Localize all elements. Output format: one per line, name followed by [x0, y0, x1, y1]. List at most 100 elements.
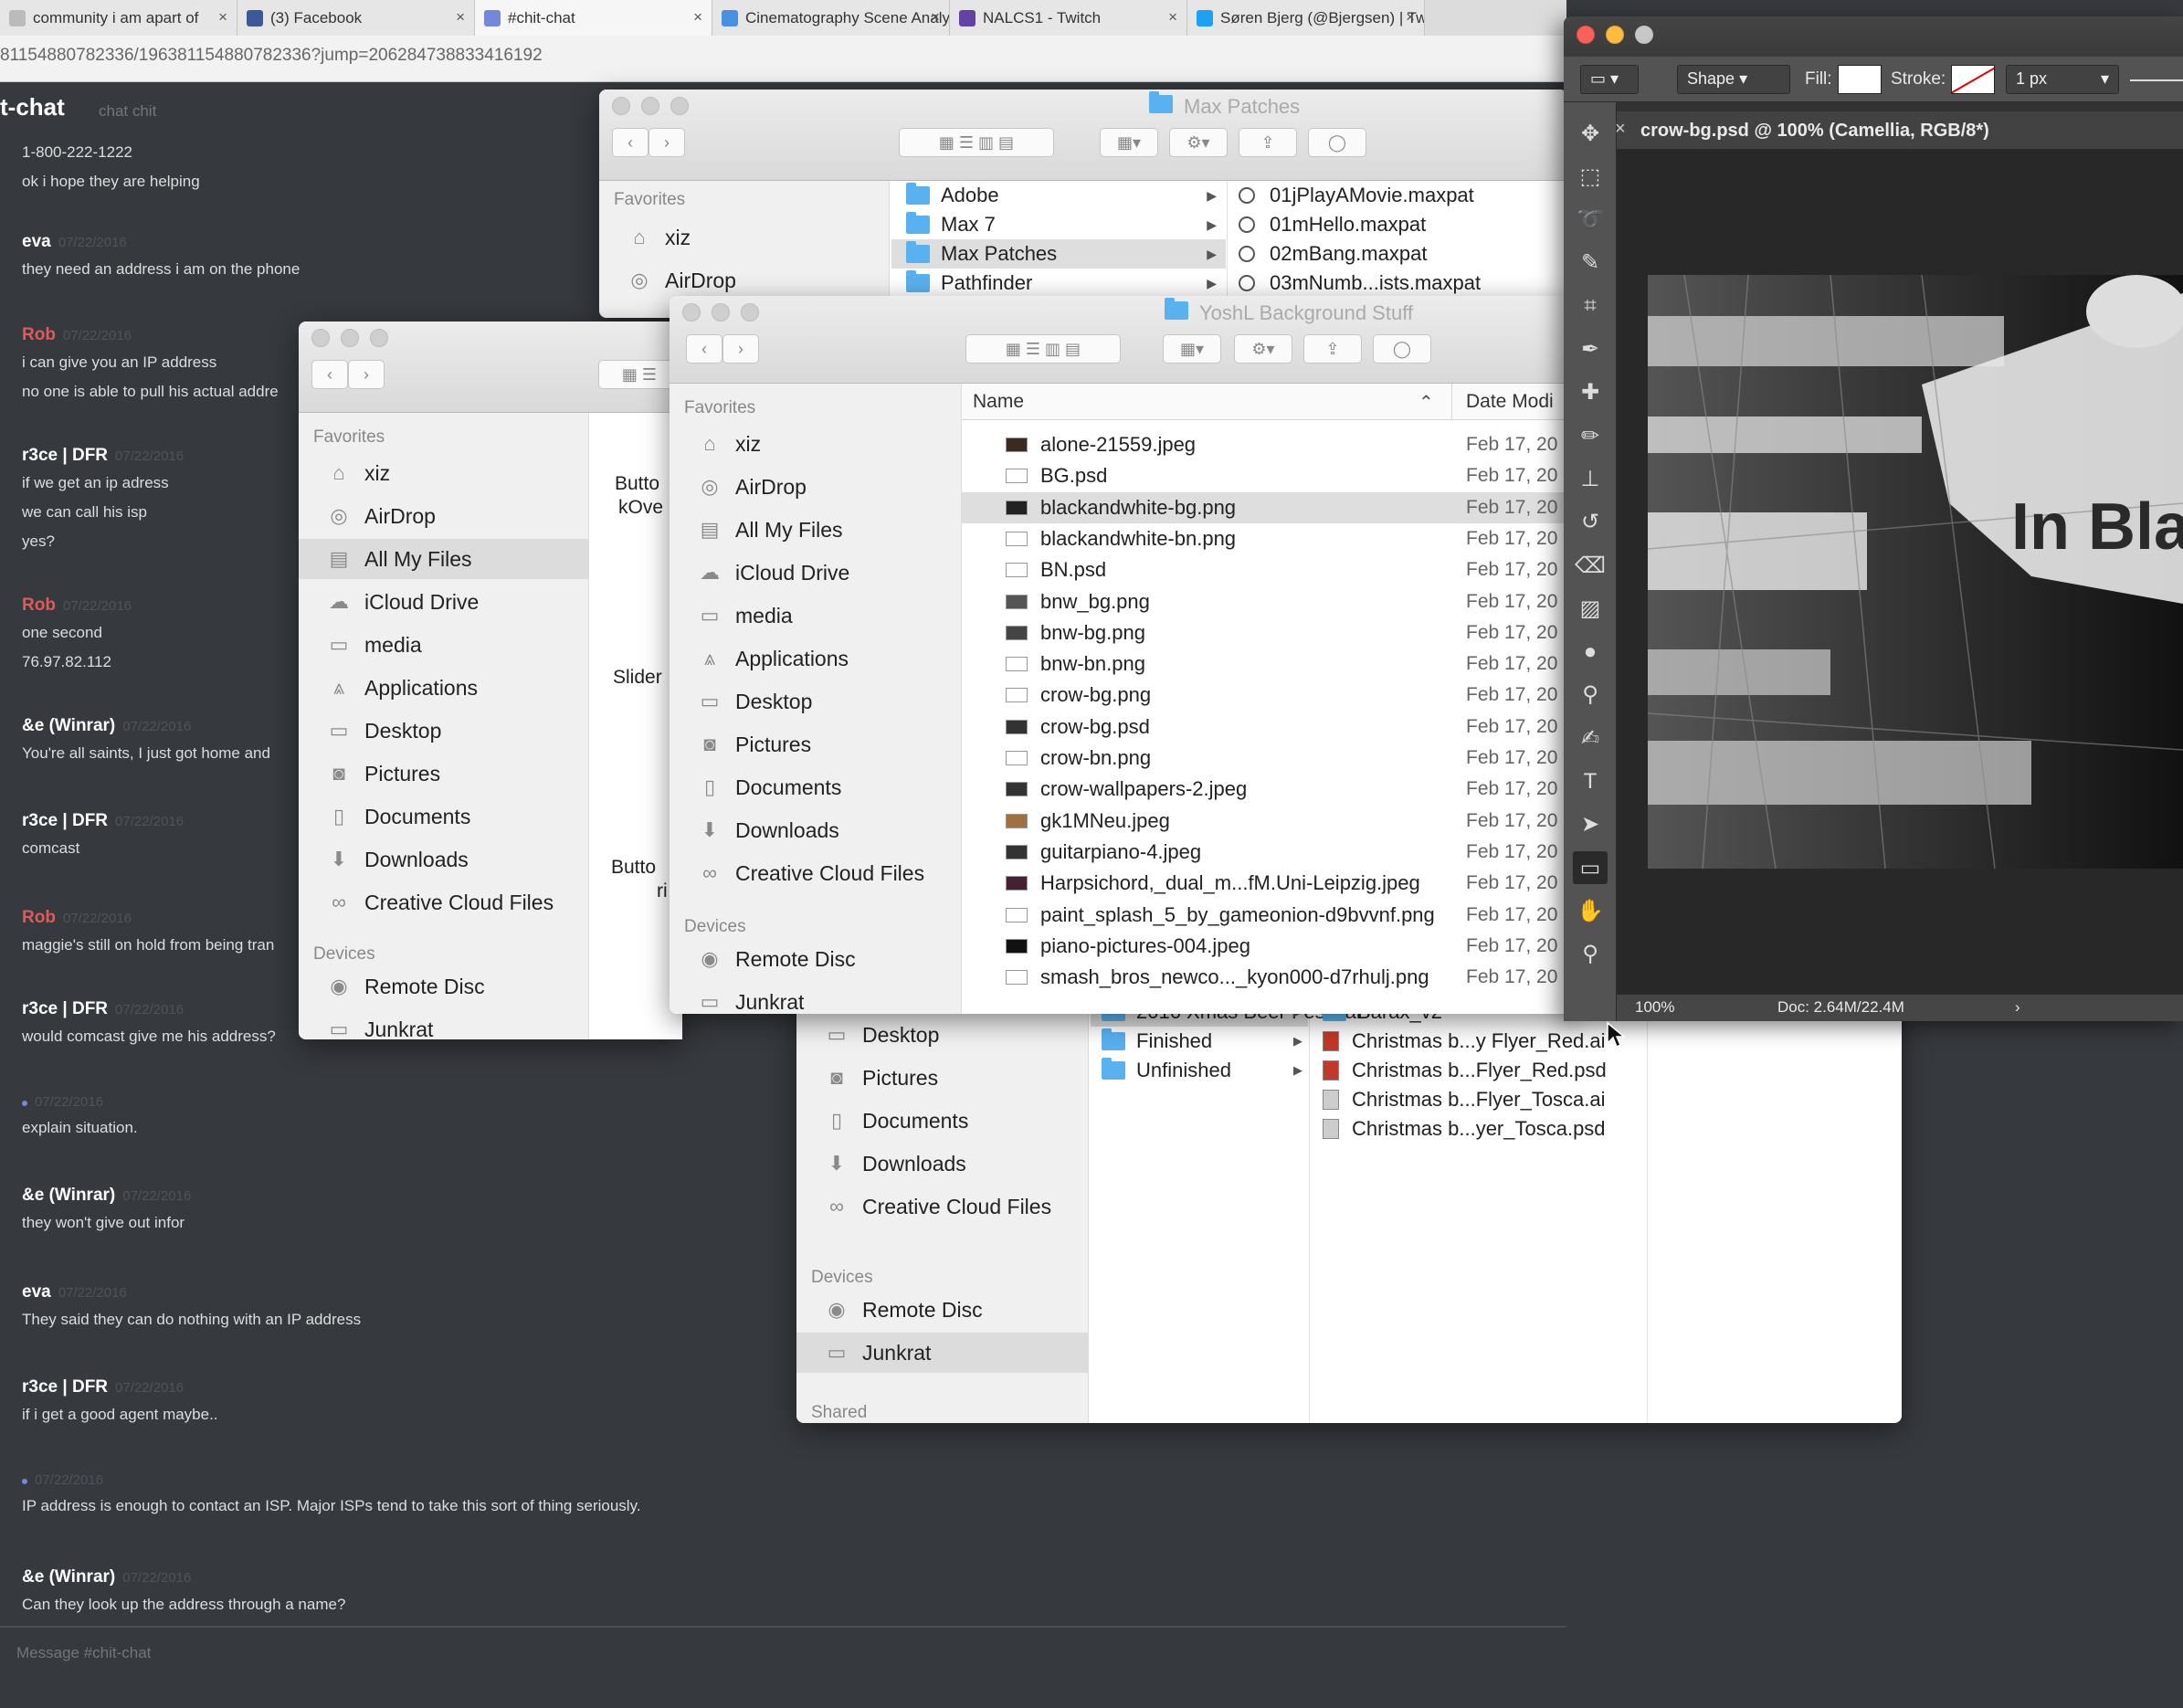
message-author[interactable]: &e (Winrar): [22, 1567, 115, 1587]
sidebar-item-junkrat[interactable]: ▭ Junkrat: [299, 1009, 588, 1040]
sidebar-item-pictures[interactable]: ◙ Pictures: [299, 754, 588, 794]
sidebar-item-remote-disc[interactable]: ◉ Remote Disc: [299, 966, 588, 1007]
message-author[interactable]: [22, 1479, 27, 1484]
sort-arrow-icon[interactable]: ⌃: [1418, 391, 1434, 414]
folder-row[interactable]: Pathfinder ▶: [891, 269, 1226, 298]
tab-page[interactable]: community i am apart of ×: [0, 0, 237, 36]
file-label[interactable]: Slider: [613, 667, 662, 689]
gear-icon[interactable]: ⚙▾: [1234, 334, 1292, 364]
file-row[interactable]: BN.psd Feb 17, 20: [962, 554, 1574, 585]
path-select-icon[interactable]: ➤: [1573, 808, 1608, 841]
sidebar-item-pictures[interactable]: ◙ Pictures: [796, 1058, 1088, 1098]
sidebar-item-desktop[interactable]: ▭ Desktop: [670, 681, 961, 722]
tag-icon[interactable]: ◯: [1373, 334, 1431, 364]
file-row[interactable]: paint_splash_5_by_gameonion-d9bvvnf.png F…: [962, 900, 1574, 931]
window-controls[interactable]: [1577, 26, 1653, 44]
gradient-tool-icon[interactable]: ▨: [1573, 592, 1608, 625]
sidebar-item-desktop[interactable]: ▭ Desktop: [299, 711, 588, 751]
arrange-button[interactable]: ▦▾: [1100, 128, 1158, 157]
tool-preset-picker[interactable]: ▭ ▾: [1580, 65, 1639, 94]
folder-row[interactable]: Unfinished ▶: [1091, 1056, 1308, 1085]
file-row[interactable]: blackandwhite-bg.png Feb 17, 20: [962, 491, 1574, 523]
sidebar-item-applications[interactable]: ⩓ Applications: [299, 668, 588, 708]
tag-icon[interactable]: ◯: [1308, 128, 1366, 157]
sidebar-item-pictures[interactable]: ◙ Pictures: [670, 724, 961, 764]
file-row[interactable]: crow-wallpapers-2.jpeg Feb 17, 20: [962, 774, 1574, 805]
quick-select-tool-icon[interactable]: ✎: [1573, 247, 1608, 279]
file-label[interactable]: Butto: [615, 473, 659, 495]
zoom-level[interactable]: 100%: [1635, 998, 1674, 1017]
hand-tool-icon[interactable]: ✋: [1573, 894, 1608, 927]
address-bar[interactable]: 81154880782336/196381154880782336?jump=2…: [0, 42, 1566, 73]
message-author[interactable]: &e (Winrar): [22, 1186, 115, 1205]
file-row[interactable]: 01mHello.maxpat: [1239, 210, 1426, 239]
file-row[interactable]: Christmas b...y Flyer_Red.ai: [1312, 1027, 1646, 1056]
file-label[interactable]: ri: [657, 880, 668, 902]
sidebar-item-applications[interactable]: ⩓ Applications: [670, 638, 961, 679]
message-author[interactable]: &e (Winrar): [22, 716, 115, 735]
message-author[interactable]: Rob: [22, 325, 56, 344]
close-icon[interactable]: ×: [1615, 119, 1626, 140]
name-column-header[interactable]: Name: [973, 391, 1024, 413]
shape-mode-select[interactable]: Shape ▾: [1677, 65, 1790, 94]
pen-tool-icon[interactable]: ✍: [1573, 722, 1608, 754]
message-author[interactable]: r3ce | DFR: [22, 999, 108, 1018]
message-author[interactable]: [22, 1101, 27, 1106]
sidebar-item-airdrop[interactable]: ◎ AirDrop: [599, 260, 889, 300]
view-mode-buttons[interactable]: ▦ ☰ ▥ ▤: [965, 334, 1121, 364]
back-button[interactable]: ‹: [686, 334, 722, 364]
file-row[interactable]: Christmas b...Flyer_Red.psd: [1312, 1056, 1646, 1085]
file-row[interactable]: BG.psd Feb 17, 20: [962, 460, 1574, 491]
sidebar-item-remote-disc[interactable]: ◉ Remote Disc: [670, 939, 961, 979]
message-author[interactable]: eva: [22, 232, 51, 251]
dodge-tool-icon[interactable]: ⚲: [1573, 679, 1608, 712]
view-mode-buttons[interactable]: ▦ ☰ ▥ ▤: [899, 128, 1054, 157]
sidebar-item-xiz[interactable]: ⌂ xiz: [299, 453, 588, 493]
file-row[interactable]: bnw-bn.png Feb 17, 20: [962, 648, 1574, 680]
tab-facebook[interactable]: (3) Facebook ×: [237, 0, 475, 36]
file-row[interactable]: 02mBang.maxpat: [1239, 239, 1427, 269]
lasso-tool-icon[interactable]: ➰: [1573, 204, 1608, 237]
zoom-tool-icon[interactable]: ⚲: [1573, 938, 1608, 971]
arrange-button[interactable]: ▦▾: [1163, 334, 1221, 364]
message-author[interactable]: Rob: [22, 908, 56, 927]
tab-twitter[interactable]: Søren Bjerg (@Bjergsen) | Twi ×: [1187, 0, 1425, 36]
sidebar-item-creative-cloud-files[interactable]: ∞ Creative Cloud Files: [796, 1186, 1088, 1227]
date-column-header[interactable]: Date Modi: [1466, 391, 1554, 413]
forward-button[interactable]: ›: [722, 334, 759, 364]
sidebar-item-downloads[interactable]: ⬇ Downloads: [796, 1144, 1088, 1184]
folder-row[interactable]: Adobe ▶: [891, 181, 1226, 210]
message-author[interactable]: r3ce | DFR: [22, 1377, 108, 1397]
sidebar-item-creative-cloud-files[interactable]: ∞ Creative Cloud Files: [299, 882, 588, 923]
chevron-right-icon[interactable]: ›: [2015, 998, 2020, 1017]
sidebar-item-downloads[interactable]: ⬇ Downloads: [670, 810, 961, 850]
close-icon[interactable]: ×: [693, 8, 702, 26]
file-row[interactable]: blackandwhite-bn.png Feb 17, 20: [962, 523, 1574, 554]
share-icon[interactable]: ⇪: [1303, 334, 1362, 364]
stroke-type-line[interactable]: [2130, 79, 2183, 81]
sidebar-item-media[interactable]: ▭ media: [670, 596, 961, 636]
file-row[interactable]: crow-bg.png Feb 17, 20: [962, 680, 1574, 711]
file-row[interactable]: gk1MNeu.jpeg Feb 17, 20: [962, 806, 1574, 837]
document-info[interactable]: Doc: 2.64M/22.4M: [1777, 998, 1904, 1017]
file-label[interactable]: kOve: [618, 497, 663, 519]
sidebar-item-junkrat[interactable]: ▭ Junkrat: [796, 1333, 1088, 1373]
eyedropper-tool-icon[interactable]: ✒: [1573, 333, 1608, 366]
sidebar-item-all-my-files[interactable]: ▤ All My Files: [299, 539, 588, 579]
message-author[interactable]: r3ce | DFR: [22, 811, 108, 830]
file-row[interactable]: piano-pictures-004.jpeg Feb 17, 20: [962, 931, 1574, 962]
stamp-tool-icon[interactable]: ⊥: [1573, 462, 1608, 495]
forward-button[interactable]: ›: [649, 128, 685, 157]
blur-tool-icon[interactable]: ●: [1573, 636, 1608, 669]
close-icon[interactable]: ×: [1406, 8, 1415, 26]
brush-tool-icon[interactable]: ✏: [1573, 419, 1608, 452]
folder-row[interactable]: Max 7 ▶: [891, 210, 1226, 239]
folder-row[interactable]: Max Patches ▶: [891, 239, 1226, 269]
gear-icon[interactable]: ⚙▾: [1169, 128, 1228, 157]
share-icon[interactable]: ⇪: [1239, 128, 1297, 157]
sidebar-item-junkrat[interactable]: ▭ Junkrat: [670, 982, 961, 1014]
sidebar-item-icloud-drive[interactable]: ☁ iCloud Drive: [299, 582, 588, 622]
document-canvas[interactable]: In Bla: [1648, 275, 2183, 869]
file-row[interactable]: bnw_bg.png Feb 17, 20: [962, 586, 1574, 617]
file-row[interactable]: guitarpiano-4.jpeg Feb 17, 20: [962, 837, 1574, 868]
